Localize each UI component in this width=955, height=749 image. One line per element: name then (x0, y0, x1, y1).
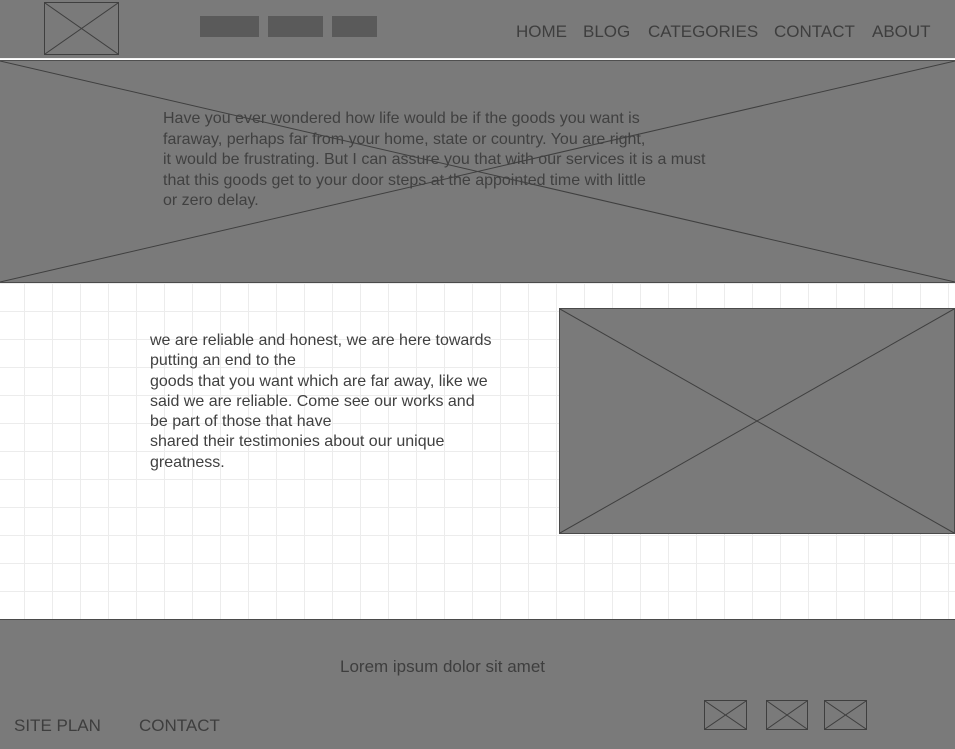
nav-about[interactable]: ABOUT (872, 22, 931, 42)
header-button-2[interactable] (268, 16, 323, 37)
footer-divider (0, 619, 955, 620)
image-placeholder-icon (767, 701, 807, 729)
logo-image-placeholder[interactable] (44, 2, 119, 55)
header-divider (0, 58, 955, 59)
footer-tagline: Lorem ipsum dolor sit amet (340, 657, 546, 676)
image-placeholder-icon (825, 701, 866, 729)
nav-categories[interactable]: CATEGORIES (648, 22, 758, 42)
footer-link-site-plan[interactable]: SITE PLAN (14, 716, 101, 736)
nav-home[interactable]: HOME (516, 22, 567, 42)
footer-link-contact[interactable]: CONTACT (139, 716, 220, 736)
nav-blog[interactable]: BLOG (583, 22, 630, 42)
about-line: we are reliable and honest, we are here … (150, 332, 492, 349)
about-line: be part of those that have (150, 413, 332, 431)
about-line: said we are reliable. Come see our works… (150, 392, 475, 410)
hero-line: or zero delay. (163, 192, 259, 209)
image-placeholder-icon (705, 701, 746, 729)
hero-line: it would be frustrating. But I can assur… (163, 151, 706, 168)
hero-paragraph: Have you ever wondered how life would be… (163, 109, 758, 212)
about-line: shared their testimonies about our uniqu… (150, 433, 445, 451)
header-button-3[interactable] (332, 16, 377, 37)
social-icon-1[interactable] (704, 700, 747, 730)
header-button-1[interactable] (200, 16, 259, 37)
hero-line: Have you ever wondered how life would be… (163, 110, 640, 127)
nav-contact[interactable]: CONTACT (774, 22, 855, 42)
social-icon-2[interactable] (766, 700, 808, 730)
about-line: putting an end to the (150, 352, 296, 370)
image-placeholder-icon (560, 309, 954, 533)
about-paragraph: we are reliable and honest, we are here … (150, 331, 530, 473)
social-icon-3[interactable] (824, 700, 867, 730)
hero-line: that this goods get to your door steps a… (163, 171, 646, 189)
content-image-placeholder (559, 308, 955, 534)
hero-line: faraway, perhaps far from your home, sta… (163, 130, 646, 148)
about-line: greatness. (150, 453, 225, 471)
about-line: goods that you want which are far away, … (150, 372, 488, 390)
image-placeholder-icon (45, 3, 118, 54)
